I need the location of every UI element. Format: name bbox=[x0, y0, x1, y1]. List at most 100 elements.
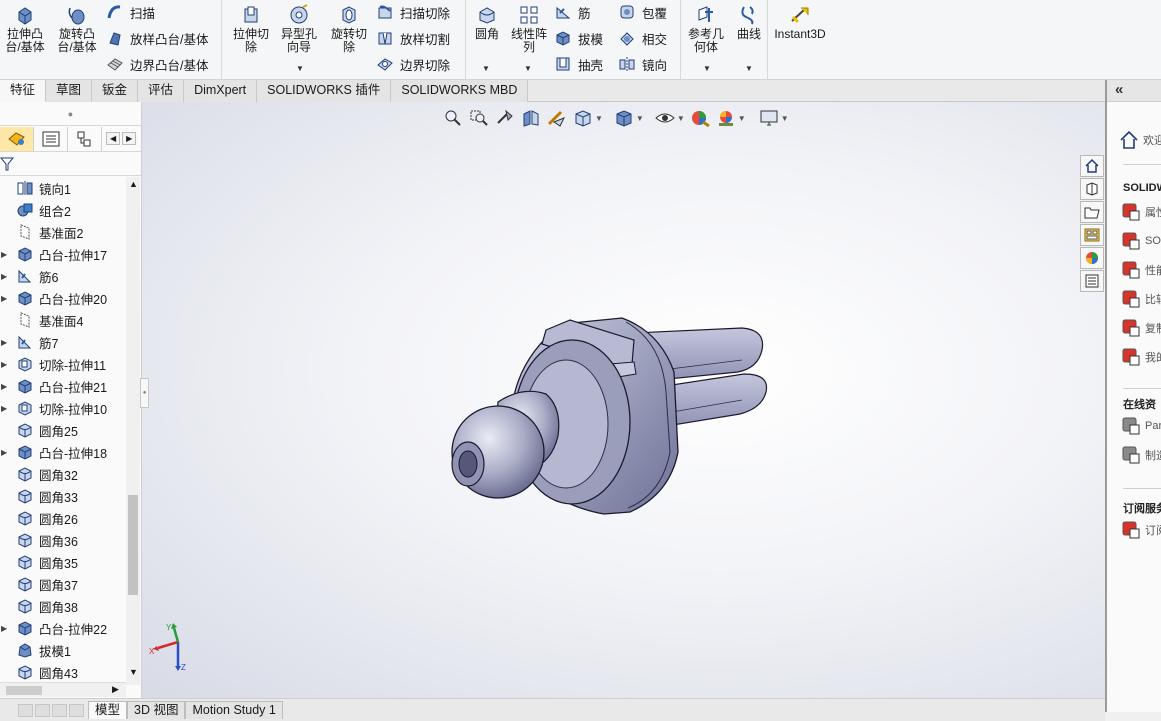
document-tab-2[interactable]: Motion Study 1 bbox=[185, 701, 283, 719]
boundary-boss-button[interactable]: 边界凸台/基体 bbox=[106, 53, 208, 75]
revolve-cut-button[interactable]: 旋转切 除 bbox=[326, 4, 372, 54]
first-tab-button[interactable] bbox=[18, 703, 33, 717]
feature-tree-item[interactable]: 组合2 bbox=[0, 199, 126, 221]
tab-scroll-left-icon[interactable]: ◀ bbox=[106, 132, 121, 145]
expand-arrow-icon[interactable]: ▶ bbox=[1, 360, 7, 369]
expand-arrow-icon[interactable]: ▶ bbox=[1, 338, 7, 347]
feature-tree-item[interactable]: 圆角43 bbox=[0, 661, 126, 683]
scroll-up-icon[interactable]: ▲ bbox=[129, 179, 138, 189]
command-tab-0[interactable]: 特征 bbox=[0, 80, 47, 102]
feature-tree-item[interactable]: ▶ 凸台-拉伸20 bbox=[0, 287, 126, 309]
tab-scroll-right-icon[interactable]: ▶ bbox=[122, 132, 137, 145]
3d-model-air-vent-clip[interactable] bbox=[142, 102, 1105, 698]
swept-cut-button[interactable]: 扫描切除 bbox=[376, 1, 450, 23]
feature-tree-item[interactable]: 圆角38 bbox=[0, 595, 126, 617]
curves-dropdown-icon[interactable]: ▼ bbox=[745, 62, 753, 75]
extrude-boss-button[interactable]: 拉伸凸 台/基体 bbox=[2, 4, 48, 54]
expand-arrow-icon[interactable]: ▶ bbox=[1, 404, 7, 413]
solidworks-resource-link[interactable]: 性能 bbox=[1121, 260, 1161, 280]
fillet-dropdown-icon[interactable]: ▼ bbox=[482, 62, 490, 75]
feature-tree-item[interactable]: ▶ 凸台-拉伸18 bbox=[0, 441, 126, 463]
feature-tree-item[interactable]: ▶ 凸台-拉伸22 bbox=[0, 617, 126, 639]
feature-manager-tab[interactable] bbox=[0, 126, 34, 151]
command-tab-3[interactable]: 评估 bbox=[138, 80, 185, 102]
boundary-cut-button[interactable]: 边界切除 bbox=[376, 53, 450, 75]
tree-scroll-thumb[interactable] bbox=[128, 495, 138, 595]
appearances-tab-button[interactable] bbox=[1079, 247, 1104, 269]
reference-geometry-dropdown-icon[interactable]: ▼ bbox=[703, 62, 711, 75]
file-explorer-tab-button[interactable] bbox=[1079, 201, 1104, 223]
solidworks-resource-link[interactable]: SO bbox=[1121, 231, 1161, 251]
feature-tree-item[interactable]: ▶ 筋7 bbox=[0, 331, 126, 353]
document-tab-1[interactable]: 3D 视图 bbox=[127, 701, 186, 719]
configuration-manager-tab[interactable] bbox=[68, 126, 102, 151]
property-manager-tab[interactable] bbox=[34, 126, 68, 151]
expand-arrow-icon[interactable]: ▶ bbox=[1, 382, 7, 391]
panel-collapse-handle[interactable]: ● bbox=[140, 378, 149, 408]
feature-tree-item[interactable]: 圆角25 bbox=[0, 419, 126, 441]
feature-tree-item[interactable]: 基准面4 bbox=[0, 309, 126, 331]
instant3d-button[interactable]: Instant3D bbox=[772, 4, 828, 41]
tree-horizontal-scrollbar[interactable]: ▶ bbox=[0, 682, 126, 697]
feature-tree-item[interactable]: 圆角32 bbox=[0, 463, 126, 485]
next-tab-button[interactable] bbox=[52, 703, 67, 717]
feature-tree-item[interactable]: 基准面2 bbox=[0, 221, 126, 243]
feature-tree-item[interactable]: ▶ 凸台-拉伸17 bbox=[0, 243, 126, 265]
feature-tree-item[interactable]: 圆角35 bbox=[0, 551, 126, 573]
feature-tree-item[interactable]: ▶ 切除-拉伸10 bbox=[0, 397, 126, 419]
mirror-button[interactable]: 镜向 bbox=[618, 53, 667, 75]
expand-arrow-icon[interactable]: ▶ bbox=[1, 294, 7, 303]
intersect-button[interactable]: 相交 bbox=[618, 27, 667, 49]
filter-icon[interactable] bbox=[0, 156, 14, 172]
online-resource-link[interactable]: Par bbox=[1121, 416, 1161, 436]
expand-arrow-icon[interactable]: ▶ bbox=[1, 272, 7, 281]
linear-pattern-dropdown-icon[interactable]: ▼ bbox=[524, 62, 532, 75]
feature-tree-item[interactable]: 圆角26 bbox=[0, 507, 126, 529]
command-tab-2[interactable]: 钣金 bbox=[92, 80, 139, 102]
feature-tree-item[interactable]: ▶ 凸台-拉伸21 bbox=[0, 375, 126, 397]
hole-wizard-button[interactable]: 异型孔 向导 ▼ bbox=[276, 4, 322, 73]
expand-arrow-icon[interactable]: ▶ bbox=[1, 624, 7, 633]
draft-button[interactable]: 拔模 bbox=[554, 27, 603, 49]
hole-wizard-dropdown-icon[interactable]: ▼ bbox=[296, 62, 304, 75]
welcome-link[interactable]: 欢迎 bbox=[1119, 130, 1161, 150]
extrude-cut-button[interactable]: 拉伸切 除 bbox=[228, 4, 274, 54]
loft-boss-button[interactable]: 放样凸台/基体 bbox=[106, 27, 208, 49]
solidworks-resource-link[interactable]: 比较 bbox=[1121, 289, 1161, 309]
solidworks-resource-link[interactable]: 属性 bbox=[1121, 202, 1161, 222]
command-tab-6[interactable]: SOLIDWORKS MBD bbox=[391, 80, 529, 102]
last-tab-button[interactable] bbox=[69, 703, 84, 717]
feature-tree-item[interactable]: 圆角33 bbox=[0, 485, 126, 507]
feature-tree-item[interactable]: 圆角36 bbox=[0, 529, 126, 551]
feature-tree-item[interactable]: 拔模1 bbox=[0, 639, 126, 661]
solidworks-resource-link[interactable]: 我的 bbox=[1121, 347, 1161, 367]
scroll-right-icon[interactable]: ▶ bbox=[112, 684, 119, 695]
graphics-area[interactable]: ▼ ▼ ▼ ▼ ▼ ◧ ◨ ▁ ❐ ✕ bbox=[142, 102, 1105, 698]
tree-hscroll-thumb[interactable] bbox=[6, 686, 42, 695]
custom-properties-tab-button[interactable] bbox=[1079, 270, 1104, 292]
revolve-boss-button[interactable]: 旋转凸 台/基体 bbox=[54, 4, 100, 54]
document-tab-0[interactable]: 模型 bbox=[88, 701, 128, 719]
scroll-down-icon[interactable]: ▼ bbox=[129, 667, 138, 677]
task-pane-collapse-button[interactable]: « bbox=[1107, 80, 1161, 102]
command-tab-5[interactable]: SOLIDWORKS 插件 bbox=[257, 80, 392, 102]
command-tab-1[interactable]: 草图 bbox=[46, 80, 93, 102]
solidworks-resources-tab-button[interactable] bbox=[1079, 178, 1104, 200]
command-tab-4[interactable]: DimXpert bbox=[184, 80, 258, 102]
view-palette-tab-button[interactable] bbox=[1079, 224, 1104, 246]
sweep-button[interactable]: 扫描 bbox=[106, 1, 155, 23]
tree-vertical-scrollbar[interactable]: ▲ ▼ bbox=[126, 177, 140, 685]
reference-geometry-button[interactable]: 参考几 何体 ▼ bbox=[683, 4, 729, 73]
shell-button[interactable]: 抽壳 bbox=[554, 53, 603, 75]
linear-pattern-button[interactable]: 线性阵 列 ▼ bbox=[506, 4, 552, 73]
feature-tree-item[interactable]: ▶ 切除-拉伸11 bbox=[0, 353, 126, 375]
expand-arrow-icon[interactable]: ▶ bbox=[1, 250, 7, 259]
rib-button[interactable]: 筋 bbox=[554, 1, 591, 23]
wrap-button[interactable]: 包覆 bbox=[618, 1, 667, 23]
fillet-button[interactable]: 圆角 ▼ bbox=[468, 4, 506, 73]
previous-tab-button[interactable] bbox=[35, 703, 50, 717]
home-tab-button[interactable] bbox=[1079, 155, 1104, 177]
solidworks-resource-link[interactable]: 复制 bbox=[1121, 318, 1161, 338]
lofted-cut-button[interactable]: 放样切割 bbox=[376, 27, 450, 49]
feature-tree-item[interactable]: 镜向1 bbox=[0, 177, 126, 199]
